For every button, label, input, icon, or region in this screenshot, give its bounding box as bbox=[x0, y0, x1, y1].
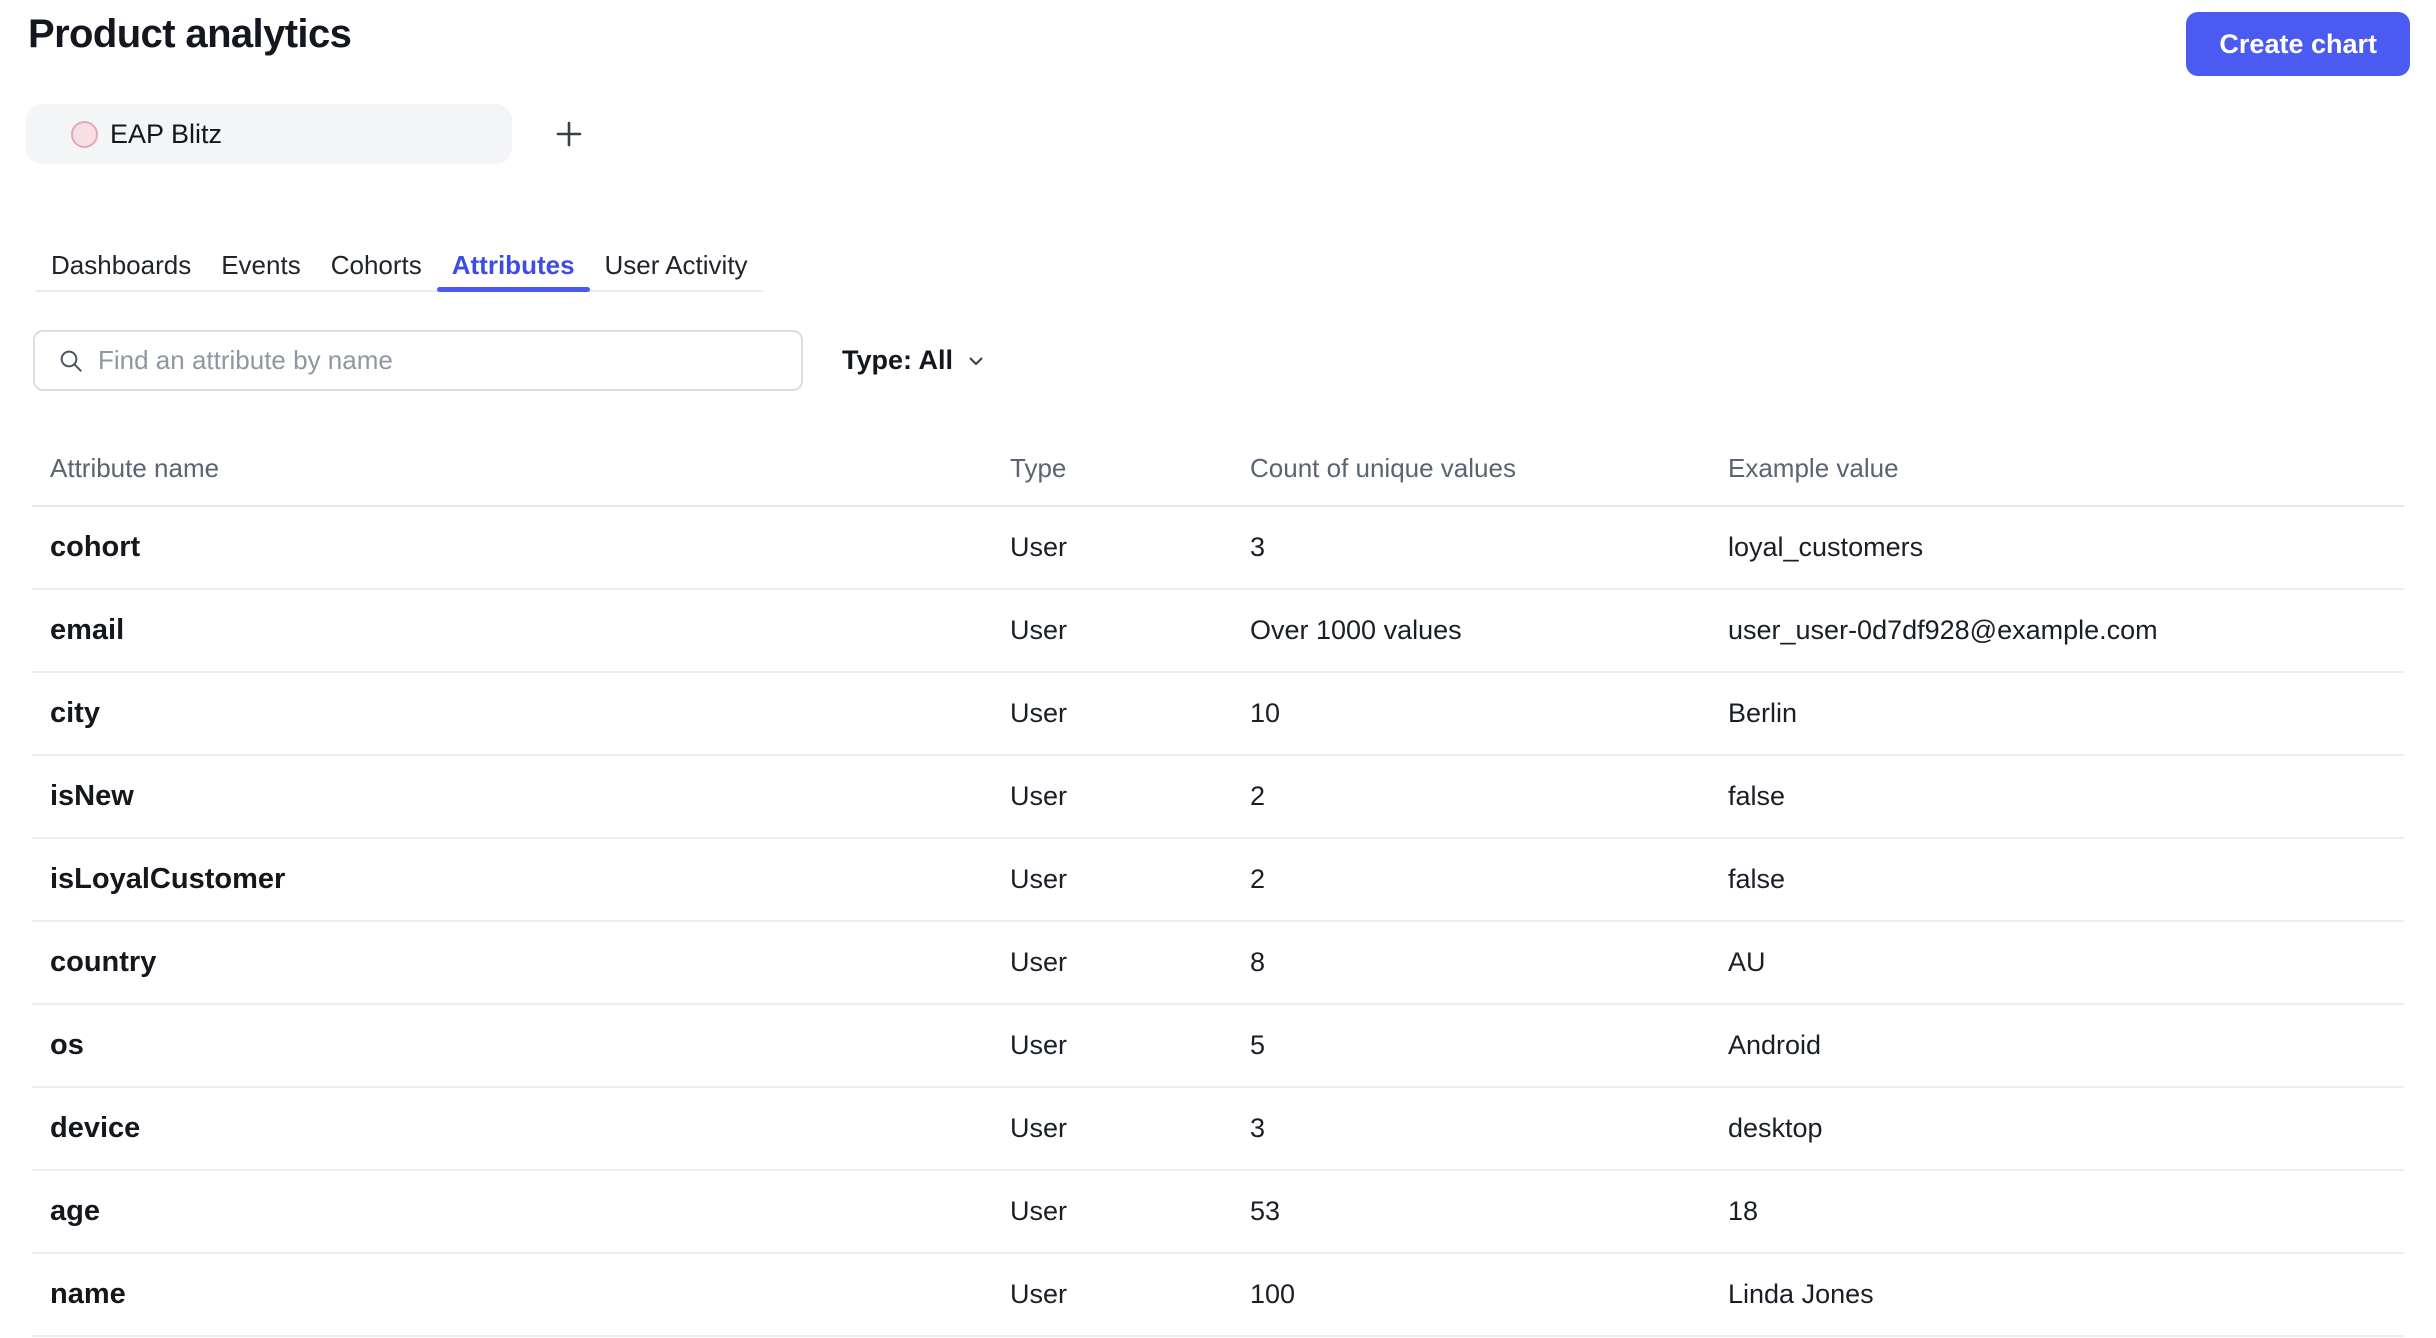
page-title: Product analytics bbox=[28, 12, 352, 56]
attribute-name-cell: isLoyalCustomer bbox=[32, 838, 992, 922]
tab-dashboards[interactable]: Dashboards bbox=[36, 240, 206, 290]
count-cell: 3 bbox=[1232, 506, 1710, 590]
tab-attributes[interactable]: Attributes bbox=[436, 240, 590, 292]
table-row[interactable]: device User 3 desktop bbox=[32, 1087, 2404, 1171]
type-cell: User bbox=[992, 589, 1232, 673]
attributes-table: Attribute name Type Count of unique valu… bbox=[32, 432, 2404, 1337]
type-cell: User bbox=[992, 921, 1232, 1005]
add-project-button[interactable] bbox=[542, 107, 596, 161]
search-icon bbox=[57, 347, 85, 375]
example-cell: Android bbox=[1710, 1004, 2404, 1088]
table-row[interactable]: age User 53 18 bbox=[32, 1170, 2404, 1254]
type-cell: User bbox=[992, 672, 1232, 756]
attribute-name-cell: cohort bbox=[32, 506, 992, 590]
tab-events[interactable]: Events bbox=[206, 240, 316, 290]
tab-user-activity[interactable]: User Activity bbox=[590, 240, 763, 290]
type-filter-label: Type: All bbox=[842, 345, 954, 375]
search-input[interactable] bbox=[98, 345, 779, 376]
project-chip[interactable]: EAP Blitz bbox=[26, 104, 512, 164]
count-cell: 100 bbox=[1232, 1253, 1710, 1337]
type-cell: User bbox=[992, 1087, 1232, 1171]
table-row[interactable]: country User 8 AU bbox=[32, 921, 2404, 1005]
search-box bbox=[33, 330, 803, 391]
attribute-name-cell: os bbox=[32, 1004, 992, 1088]
tab-bar: Dashboards Events Cohorts Attributes User Ac… bbox=[36, 240, 763, 292]
project-color-dot-icon bbox=[71, 120, 98, 148]
count-cell: 8 bbox=[1232, 921, 1710, 1005]
count-cell: Over 1000 values bbox=[1232, 589, 1710, 673]
example-cell: 18 bbox=[1710, 1170, 2404, 1254]
table-row[interactable]: name User 100 Linda Jones bbox=[32, 1253, 2404, 1337]
table-row[interactable]: cohort User 3 loyal_customers bbox=[32, 506, 2404, 590]
table-row[interactable]: isNew User 2 false bbox=[32, 755, 2404, 839]
example-cell: Berlin bbox=[1710, 672, 2404, 756]
column-header-attribute-name: Attribute name bbox=[32, 432, 992, 507]
attribute-name-cell: device bbox=[32, 1087, 992, 1171]
page-header: Product analytics Create chart bbox=[26, 0, 2410, 92]
example-cell: false bbox=[1710, 755, 2404, 839]
attribute-name-cell: age bbox=[32, 1170, 992, 1254]
count-cell: 5 bbox=[1232, 1004, 1710, 1088]
example-cell: loyal_customers bbox=[1710, 506, 2404, 590]
tab-cohorts[interactable]: Cohorts bbox=[316, 240, 437, 290]
example-cell: AU bbox=[1710, 921, 2404, 1005]
type-cell: User bbox=[992, 1004, 1232, 1088]
table-row[interactable]: city User 10 Berlin bbox=[32, 672, 2404, 756]
type-cell: User bbox=[992, 755, 1232, 839]
type-cell: User bbox=[992, 506, 1232, 590]
count-cell: 10 bbox=[1232, 672, 1710, 756]
table-row[interactable]: os User 5 Android bbox=[32, 1004, 2404, 1088]
count-cell: 53 bbox=[1232, 1170, 1710, 1254]
example-cell: Linda Jones bbox=[1710, 1253, 2404, 1337]
example-cell: desktop bbox=[1710, 1087, 2404, 1171]
create-chart-button[interactable]: Create chart bbox=[2186, 12, 2410, 76]
example-cell: false bbox=[1710, 838, 2404, 922]
type-cell: User bbox=[992, 1253, 1232, 1337]
attribute-name-cell: city bbox=[32, 672, 992, 756]
table-header-row: Attribute name Type Count of unique valu… bbox=[32, 432, 2404, 507]
column-header-type: Type bbox=[992, 432, 1232, 507]
type-filter-dropdown[interactable]: Type: All bbox=[842, 345, 988, 376]
column-header-count: Count of unique values bbox=[1232, 432, 1710, 507]
table-row[interactable]: email User Over 1000 values user_user-0d7df… bbox=[32, 589, 2404, 673]
column-header-example: Example value bbox=[1710, 432, 2404, 507]
chevron-down-icon bbox=[964, 349, 988, 373]
attribute-name-cell: country bbox=[32, 921, 992, 1005]
count-cell: 2 bbox=[1232, 755, 1710, 839]
attribute-name-cell: email bbox=[32, 589, 992, 673]
project-chip-label: EAP Blitz bbox=[110, 118, 223, 149]
page: Product analytics Create chart EAP Blitz… bbox=[0, 0, 2436, 1338]
plus-icon bbox=[553, 118, 585, 150]
type-cell: User bbox=[992, 1170, 1232, 1254]
attribute-name-cell: isNew bbox=[32, 755, 992, 839]
table-row[interactable]: isLoyalCustomer User 2 false bbox=[32, 838, 2404, 922]
type-cell: User bbox=[992, 838, 1232, 922]
filter-row: Type: All bbox=[33, 330, 2410, 391]
project-chip-row: EAP Blitz bbox=[26, 104, 2410, 164]
example-cell: user_user-0d7df928@example.com bbox=[1710, 589, 2404, 673]
attributes-table-body: cohort User 3 loyal_customers email User Over … bbox=[32, 506, 2404, 1337]
count-cell: 3 bbox=[1232, 1087, 1710, 1171]
count-cell: 2 bbox=[1232, 838, 1710, 922]
attribute-name-cell: name bbox=[32, 1253, 992, 1337]
